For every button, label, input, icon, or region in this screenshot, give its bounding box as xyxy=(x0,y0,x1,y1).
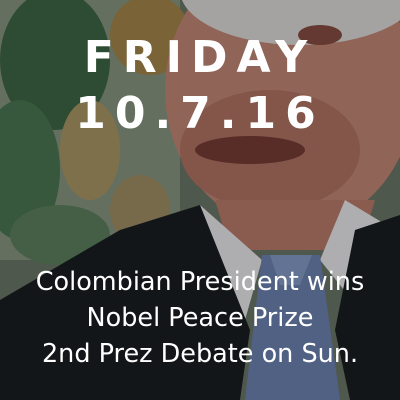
date-heading: 10.7.16 xyxy=(75,88,325,139)
day-heading: FRIDAY xyxy=(83,32,317,83)
news-card: FRIDAY 10.7.16 Colombian President wins … xyxy=(0,0,400,400)
headline-item: 2nd Prez Debate on Sun. xyxy=(41,339,359,369)
headline-item: Colombian President wins xyxy=(35,267,365,297)
headline-item: Nobel Peace Prize xyxy=(86,303,314,333)
headline-list: Colombian President wins Nobel Peace Pri… xyxy=(0,264,400,372)
